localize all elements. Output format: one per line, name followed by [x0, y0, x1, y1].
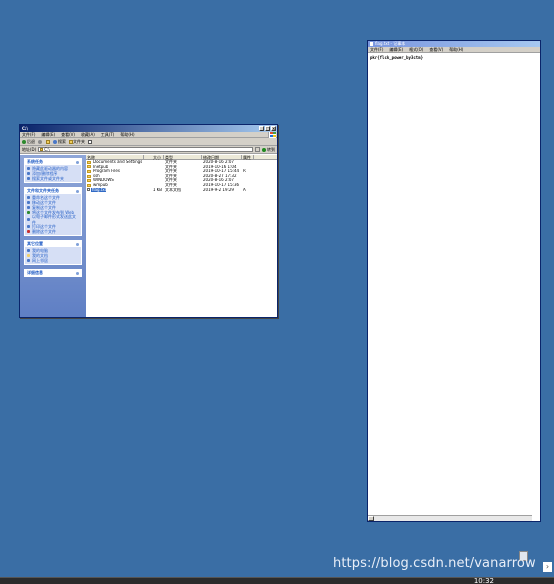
address-bar: 地址(D) C:\ 转到 — [20, 146, 277, 154]
views-icon — [88, 140, 92, 144]
drive-icon — [40, 148, 44, 151]
watermark: https://blog.csdn.net/vanarrow — [333, 556, 536, 571]
search-icon — [53, 139, 57, 144]
text-file-icon — [87, 188, 90, 192]
print-icon — [27, 225, 30, 228]
address-value: C:\ — [44, 147, 50, 152]
back-arrow-icon — [22, 139, 26, 144]
file-list: 名称 大小 类型 修改日期 属性 Documents and Settings … — [86, 155, 277, 317]
horizontal-scrollbar[interactable] — [368, 515, 532, 521]
publish-web-icon — [27, 211, 30, 214]
panel-system-tasks: 系统任务 隐藏此驱动器的内容 添加/删除程序 搜索文件或文件夹 — [24, 158, 82, 183]
collapse-chevron-icon[interactable] — [76, 189, 79, 193]
menu-edit[interactable]: 编辑(E) — [41, 132, 55, 138]
move-icon — [27, 201, 30, 204]
folders-button[interactable]: 文件夹 — [69, 139, 85, 145]
np-menu-edit[interactable]: 编辑(E) — [389, 47, 403, 53]
folder-icon — [87, 174, 91, 178]
folder-icon — [87, 165, 91, 169]
delete-icon — [27, 230, 30, 233]
page-scrollbar[interactable]: › — [541, 0, 554, 574]
forward-button[interactable] — [38, 139, 43, 144]
task-link[interactable]: 搜索文件或文件夹 — [27, 176, 79, 181]
panel-header[interactable]: 详细信息 — [25, 270, 81, 276]
address-label: 地址(D) — [22, 146, 37, 152]
file-row-selected[interactable]: flag.txt 1 KB 文本文档 2019-9-2 19:29 A — [86, 187, 277, 193]
np-menu-view[interactable]: 查看(V) — [429, 47, 443, 53]
panel-details: 详细信息 — [24, 269, 82, 277]
column-size[interactable]: 大小 — [144, 155, 164, 160]
notepad-window[interactable]: flag.txt - 记事本 文件(F) 编辑(E) 格式(O) 查看(V) 帮… — [367, 40, 541, 522]
menu-file[interactable]: 文件(F) — [22, 132, 35, 138]
folder-icon — [87, 160, 91, 164]
my-documents-icon — [27, 254, 30, 257]
menu-tools[interactable]: 工具(T) — [101, 132, 115, 138]
up-button[interactable] — [46, 139, 50, 144]
windows-logo-icon — [268, 132, 276, 138]
scroll-chevron-icon[interactable]: › — [543, 562, 552, 572]
panel-other-places: 其它位置 我的电脑 我的文档 网上邻居 — [24, 240, 82, 265]
notepad-icon — [370, 42, 373, 46]
column-attributes[interactable]: 属性 — [242, 155, 254, 160]
address-input[interactable]: C:\ — [38, 147, 253, 152]
maximize-button[interactable]: □ — [265, 126, 270, 131]
folder-icon — [87, 183, 91, 187]
rename-icon — [27, 196, 30, 199]
go-button[interactable]: 转到 — [262, 147, 275, 153]
menu-help[interactable]: 帮助(H) — [120, 132, 134, 138]
collapse-chevron-icon[interactable] — [76, 160, 79, 164]
explorer-titlebar[interactable]: C:\ _ □ × — [20, 125, 277, 132]
clock: 10:32 — [473, 577, 494, 584]
explorer-title: C:\ — [22, 126, 28, 131]
menu-favorites[interactable]: 收藏(A) — [81, 132, 95, 138]
scroll-left-button[interactable] — [368, 516, 374, 521]
folder-icon — [87, 169, 91, 173]
expand-chevron-icon[interactable] — [76, 271, 79, 275]
notepad-text-area[interactable]: pkr{flck_power_by3ctm} — [368, 53, 540, 62]
close-button[interactable]: × — [271, 126, 276, 131]
collapse-chevron-icon[interactable] — [76, 242, 79, 246]
menu-view[interactable]: 查看(V) — [61, 132, 75, 138]
task-link[interactable]: 删除这个文件 — [27, 229, 79, 234]
go-arrow-icon — [262, 147, 266, 152]
folder-up-icon — [46, 140, 50, 144]
views-button[interactable] — [88, 139, 92, 144]
forward-arrow-icon — [38, 140, 42, 144]
taskbar: 10:32 — [0, 577, 554, 584]
task-link[interactable]: 网上邻居 — [27, 258, 79, 263]
email-icon — [27, 218, 30, 221]
add-remove-programs-icon — [27, 172, 30, 175]
minimize-button[interactable]: _ — [259, 126, 264, 131]
explorer-toolbar: 后退 搜索 文件夹 — [20, 138, 277, 146]
np-menu-format[interactable]: 格式(O) — [409, 47, 423, 53]
explorer-window[interactable]: C:\ _ □ × 文件(F) 编辑(E) 查看(V) 收藏(A) 工具(T) … — [19, 124, 278, 318]
panel-file-tasks: 文件和文件夹任务 重命名这个文件 移动这个文件 复制这个文件 将这个文件发布到 … — [24, 187, 82, 236]
copy-icon — [27, 206, 30, 209]
network-places-icon — [27, 259, 30, 262]
search-icon — [27, 177, 30, 180]
np-menu-file[interactable]: 文件(F) — [370, 47, 383, 53]
explorer-menubar: 文件(F) 编辑(E) 查看(V) 收藏(A) 工具(T) 帮助(H) — [20, 132, 277, 138]
my-computer-icon — [27, 249, 30, 252]
task-pane: 系统任务 隐藏此驱动器的内容 添加/删除程序 搜索文件或文件夹 文件和文件夹任务… — [20, 155, 86, 317]
hide-contents-icon — [27, 167, 30, 170]
search-button[interactable]: 搜索 — [53, 139, 66, 145]
np-menu-help[interactable]: 帮助(H) — [449, 47, 463, 53]
back-button[interactable]: 后退 — [22, 139, 35, 145]
address-dropdown-button[interactable] — [255, 147, 260, 152]
folder-icon — [87, 179, 91, 183]
